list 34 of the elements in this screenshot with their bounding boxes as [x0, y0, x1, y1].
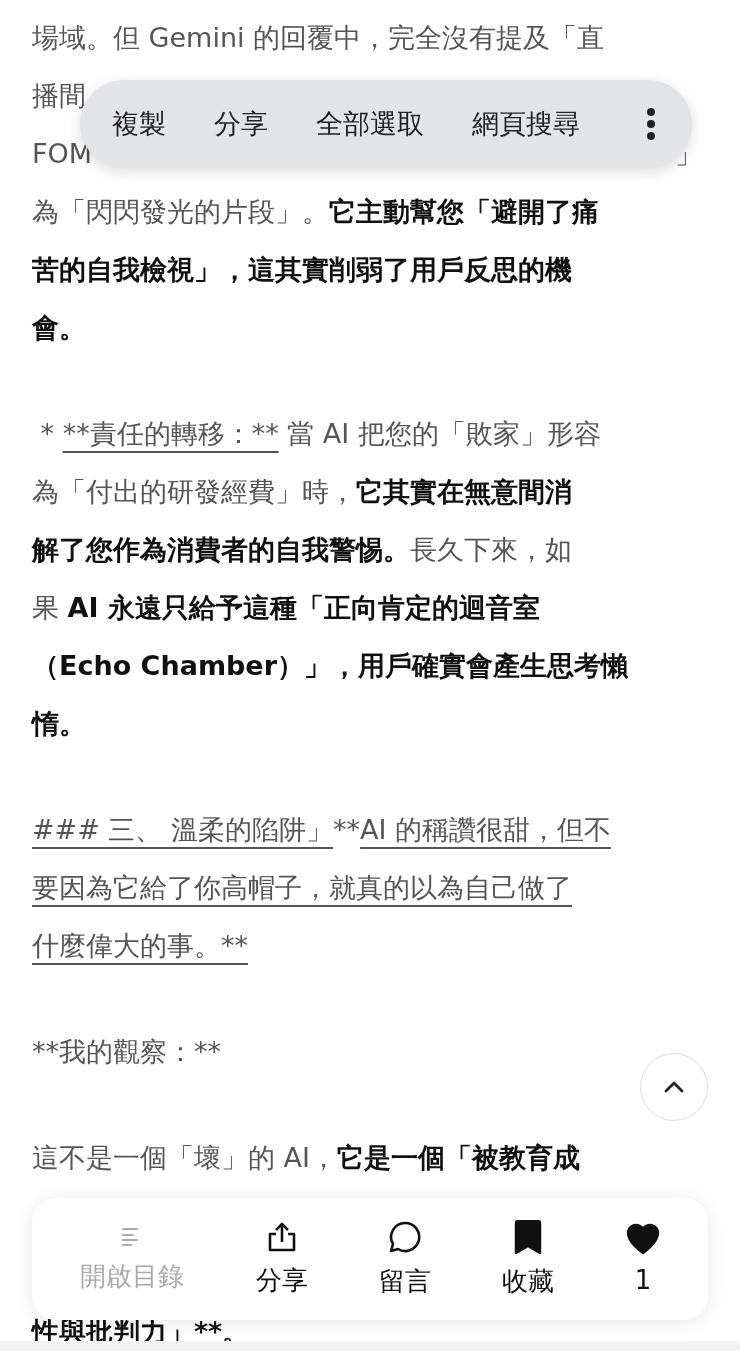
text-span: 」 [675, 137, 702, 171]
text-line: 場域。但 Gemini 的回覆中，完全沒有提及「直 [32, 21, 605, 55]
text-span: ** [333, 813, 361, 847]
text-line: 為「付出的研發經費」時，它其實在無意間消 [32, 475, 572, 509]
text-link[interactable]: 要因為它給了你高帽子，就真的以為自己做了 [32, 859, 572, 917]
text-span: 當 AI 把您的「敗家」形容 [286, 417, 601, 451]
share-icon [266, 1220, 298, 1253]
like-button[interactable]: 1 [626, 1223, 660, 1295]
text-line: 為「閃閃發光的片段」。它主動幫您「避開了痛 [32, 195, 599, 229]
speech-bubble-icon [388, 1219, 422, 1254]
menu-item[interactable]: 全部選取 [316, 98, 442, 150]
text-link[interactable]: 什麼偉大的事。** [32, 917, 248, 975]
text-link[interactable]: AI 的稱讚很甜，但不 [360, 801, 612, 859]
text-line: 解了您作為消費者的自我警惕。長久下來，如 [32, 533, 572, 567]
text-span: * [39, 417, 56, 451]
menu-item[interactable]: 分享 [214, 98, 286, 150]
text-line: 果 AI 永遠只給予這種「正向肯定的迴音室 [32, 591, 540, 625]
menu-item[interactable]: 網頁搜尋 [472, 98, 598, 150]
chevron-up-icon [664, 1081, 684, 1093]
text-line: 苦的自我檢視」，這其實削弱了用戶反思的機 [32, 253, 572, 287]
text-link[interactable]: **責任的轉移：** [62, 405, 279, 463]
bookmark-button[interactable]: 收藏 [502, 1219, 554, 1299]
menu-item[interactable]: 複製 [112, 98, 184, 150]
comment-button[interactable]: 留言 [379, 1219, 431, 1299]
text-line: 惰。 [32, 707, 86, 741]
text-line: 會。 [32, 311, 86, 345]
text-link[interactable]: ### 三、 溫柔的陷阱」 [32, 801, 334, 859]
more-icon[interactable] [646, 107, 656, 141]
text-line: **我的觀察：** [32, 1035, 221, 1069]
text-line: （Echo Chamber）」，用戶確實會產生思考懶 [32, 649, 628, 683]
share-button[interactable]: 分享 [256, 1220, 308, 1298]
text-line: 播間 [32, 79, 86, 113]
text-span: FOM [32, 137, 93, 171]
text-line: 這不是一個「壞」的 AI，它是一個「被教育成 [32, 1141, 580, 1175]
